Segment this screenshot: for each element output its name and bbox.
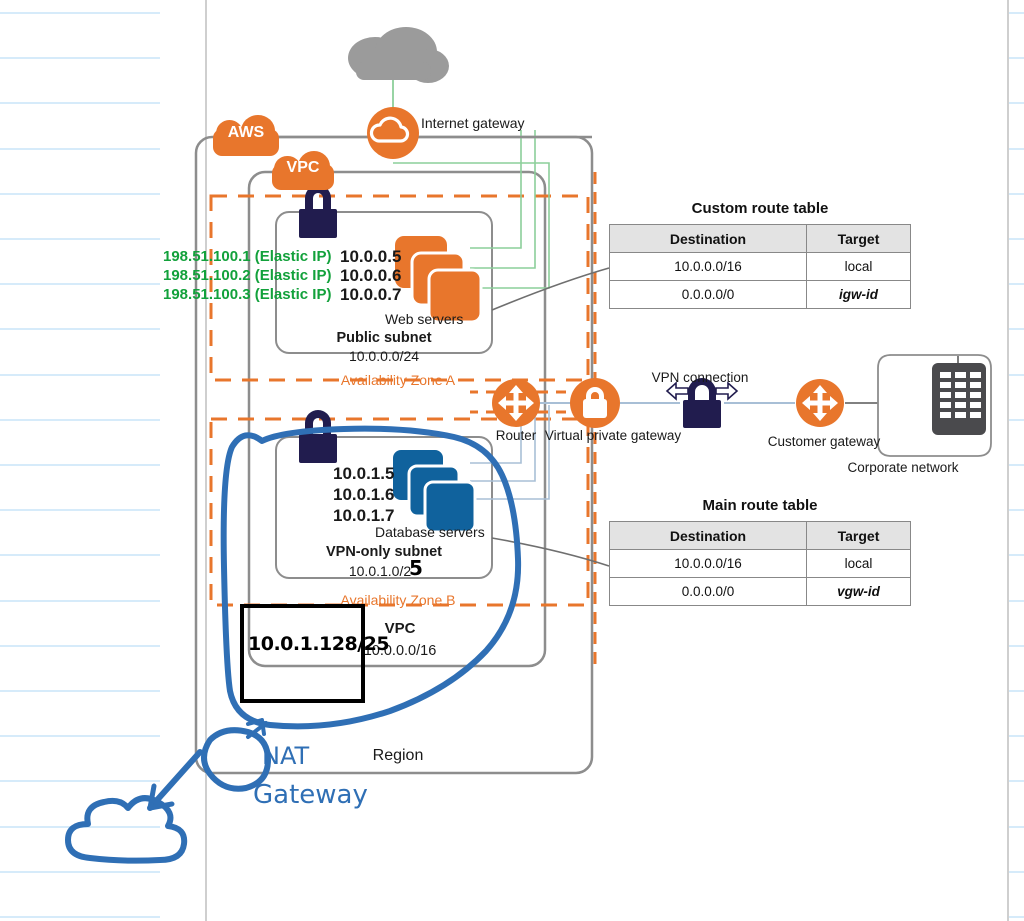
aws-badge-label: AWS <box>227 124 265 141</box>
diagram-canvas: AWS VPC Internet gateway 198.51.100.1 (E… <box>0 0 1024 921</box>
route-target: local <box>806 549 911 578</box>
custom-route-table-title: Custom route table <box>691 200 829 217</box>
table-row: 10.0.0.0/16 local <box>609 549 911 578</box>
route-destination: 0.0.0.0/0 <box>609 577 807 606</box>
database-servers-label: Database servers <box>375 524 485 540</box>
vpc-badge: VPC <box>272 148 334 190</box>
vpn-connection-label: VPN connection <box>651 370 749 385</box>
region-label: Region <box>372 747 424 764</box>
column-header-destination: Destination <box>609 224 807 253</box>
db-server-ip-2: 10.0.1.6 <box>333 485 395 504</box>
table-row: 0.0.0.0/0 vgw-id <box>609 577 911 606</box>
vpc-label: VPC <box>384 620 416 637</box>
column-header-target: Target <box>806 224 911 253</box>
private-subnet-label: VPN-only subnet <box>325 544 443 560</box>
column-header-target: Target <box>806 521 911 550</box>
web-server-ip-2: 10.0.0.6 <box>340 266 402 285</box>
annotation-nat-label: NAT <box>262 742 310 770</box>
annotation-subnet-cidr-text: 10.0.1.128/25 <box>248 633 390 655</box>
elastic-ip-3: 198.51.100.3 (Elastic IP) <box>163 286 332 303</box>
aws-badge: AWS <box>213 112 279 156</box>
internet-gateway-label: Internet gateway <box>421 115 525 131</box>
db-server-ip-1: 10.0.1.5 <box>333 464 395 483</box>
table-header-row: Destination Target <box>609 521 911 550</box>
table-row: 0.0.0.0/0 igw-id <box>609 280 911 309</box>
virtual-private-gateway-label: Virtual private gateway <box>544 428 682 443</box>
main-route-table: Main route table Destination Target 10.0… <box>609 497 911 606</box>
column-header-destination: Destination <box>609 521 807 550</box>
route-target: igw-id <box>806 280 911 309</box>
web-servers-label: Web servers <box>385 311 464 327</box>
table-row: 10.0.0.0/16 local <box>609 252 911 281</box>
vpc-badge-label: VPC <box>286 159 320 176</box>
elastic-ip-2: 198.51.100.2 (Elastic IP) <box>163 267 332 284</box>
availability-zone-a-label: Availability Zone A <box>340 372 456 388</box>
route-destination: 10.0.0.0/16 <box>609 549 807 578</box>
ink-cloud <box>65 795 188 864</box>
web-server-ip-1: 10.0.0.5 <box>340 247 402 266</box>
public-subnet-cidr: 10.0.0.0/24 <box>348 348 420 364</box>
elastic-ip-1: 198.51.100.1 (Elastic IP) <box>163 248 332 265</box>
public-subnet-label: Public subnet <box>336 330 432 346</box>
private-subnet-cidr-overwrite: 5 <box>409 556 423 580</box>
customer-gateway-label: Customer gateway <box>767 434 881 449</box>
route-destination: 10.0.0.0/16 <box>609 252 807 281</box>
table-header-row: Destination Target <box>609 224 911 253</box>
private-subnet-cidr: 10.0.1.0/2 <box>348 563 412 579</box>
db-server-ip-3: 10.0.1.7 <box>333 506 395 525</box>
custom-route-table: Custom route table Destination Target 10… <box>609 200 911 309</box>
corporate-network-label: Corporate network <box>847 460 959 475</box>
web-server-ip-3: 10.0.0.7 <box>340 285 402 304</box>
main-route-table-title: Main route table <box>702 497 818 514</box>
router-label: Router <box>495 428 537 443</box>
route-destination: 0.0.0.0/0 <box>609 280 807 309</box>
route-target: vgw-id <box>806 577 911 606</box>
route-target: local <box>806 252 911 281</box>
annotation-gateway-label: Gateway <box>253 780 368 810</box>
